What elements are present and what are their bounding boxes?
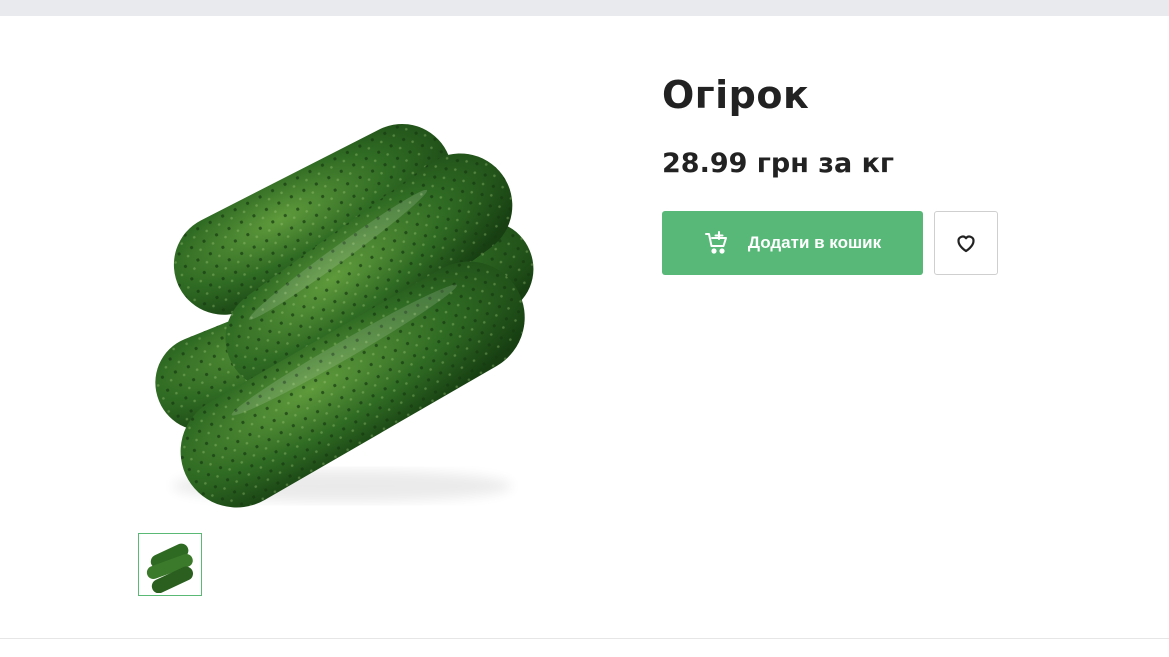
product-price: 28.99 грн за кг <box>662 148 895 179</box>
add-to-cart-button[interactable]: Додати в кошик <box>662 211 923 275</box>
product-title: Огірок <box>662 73 810 117</box>
heart-icon <box>954 231 978 255</box>
cart-add-icon <box>704 230 730 256</box>
thumbnail-image[interactable] <box>138 533 202 596</box>
product-image <box>155 123 534 508</box>
favorite-button[interactable] <box>934 211 998 275</box>
thumbnail-cucumbers <box>146 543 194 593</box>
add-to-cart-label: Додати в кошик <box>747 233 882 252</box>
top-strip <box>0 0 1169 16</box>
bottom-divider <box>0 638 1169 639</box>
